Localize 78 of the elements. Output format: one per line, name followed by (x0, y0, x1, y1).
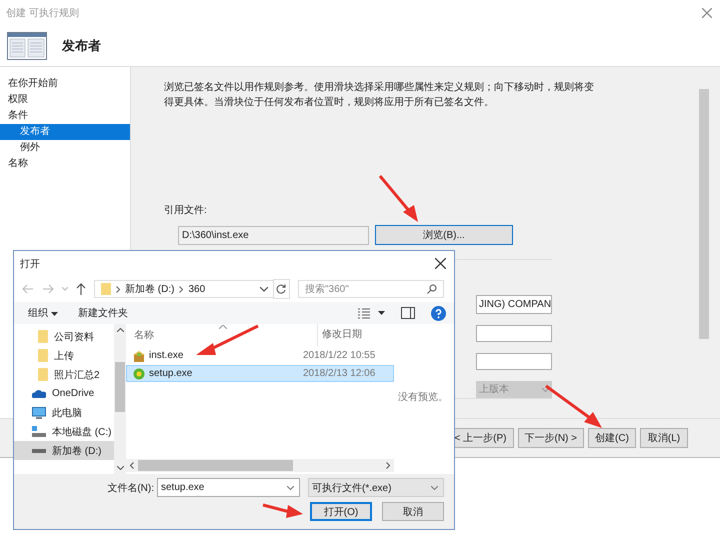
navigation-item[interactable]: 此电脑 (14, 403, 114, 422)
refresh-button[interactable] (273, 279, 290, 299)
folder-icon (38, 349, 48, 362)
cloud-icon (32, 389, 46, 398)
nav-item[interactable]: 名称 (0, 156, 130, 172)
navigation-item[interactable]: 本地磁盘 (C:) (14, 422, 114, 441)
navigation-item[interactable]: OneDrive (14, 384, 114, 403)
scroll-up-icon[interactable] (116, 328, 124, 332)
column-header[interactable]: 修改日期 (317, 324, 362, 346)
caret-icon[interactable] (378, 311, 385, 315)
nav-item[interactable]: 例外 (0, 140, 130, 156)
drive-icon (32, 426, 46, 437)
navigation-item[interactable]: 上传 (14, 346, 114, 365)
file-type-dropdown[interactable]: 可执行文件(*.exe) (308, 478, 444, 497)
caret-icon (50, 312, 58, 316)
annotation-arrow (196, 324, 259, 355)
chevron-icon (179, 286, 184, 292)
scroll-right-icon[interactable] (386, 462, 390, 469)
folder-icon (38, 330, 48, 343)
file-row[interactable]: setup.exe 2018/2/13 12:06 (126, 365, 394, 382)
annotation-arrow (545, 384, 602, 428)
preview-message: 没有预览。 (398, 392, 448, 403)
search-field[interactable]: 搜索"360" (298, 280, 444, 298)
window-panel-icon (7, 32, 47, 60)
dialog-title: 打开 (20, 258, 40, 270)
nav-item[interactable]: 条件 (0, 108, 130, 124)
up-arrow-icon[interactable] (76, 283, 86, 295)
browse-button[interactable]: 浏览(B)... (375, 225, 513, 245)
text-field[interactable] (476, 325, 552, 342)
address-bar[interactable]: 新加卷 (D:) 360 (94, 280, 274, 298)
page-heading: 发布者 (62, 37, 101, 55)
scroll-down-icon[interactable] (116, 466, 124, 470)
drive-icon (32, 448, 46, 452)
search-icon (427, 284, 437, 294)
filename-field[interactable]: setup.exe (157, 478, 300, 497)
breadcrumb-item[interactable]: 新加卷 (D:) (125, 282, 174, 296)
help-icon[interactable] (431, 306, 446, 320)
field-label: 引用文件: (164, 204, 208, 217)
folder-icon (101, 283, 111, 295)
preview-pane-icon[interactable] (401, 307, 415, 319)
nav-item[interactable]: 权限 (0, 92, 130, 108)
sort-caret-icon (219, 325, 227, 329)
caret-icon (542, 388, 549, 392)
text-field[interactable]: JING) COMPAN (476, 295, 552, 314)
wizard-button[interactable]: 创建(C) (588, 428, 636, 448)
folder-icon (38, 368, 48, 381)
description-text: 浏览已签名文件以用作规则参考。使用滑块选择采用哪些属性来定义规则；向下移动时，规则将变得更具体。当滑块位于任何发布者位置时，规则将应用于所有已签名文件。 (164, 80, 594, 110)
navigation-item[interactable]: 公司资料 (14, 327, 114, 346)
navigation-item[interactable]: 新加卷 (D:) (14, 441, 114, 460)
caret-icon[interactable] (260, 286, 268, 292)
window-title: 创建 可执行规则 (6, 6, 79, 20)
nav-item[interactable]: 发布者 (0, 124, 130, 140)
breadcrumb-item[interactable]: 360 (188, 284, 206, 294)
close-icon[interactable] (435, 258, 446, 269)
chevron-icon (116, 286, 120, 292)
column-header[interactable]: 名称 (134, 328, 317, 342)
file-row[interactable]: inst.exe 2018/1/22 10:55 (126, 347, 394, 364)
toolbar-button[interactable]: 新建文件夹 (72, 306, 134, 320)
text-field[interactable] (476, 353, 552, 370)
view-options-icon[interactable] (358, 308, 370, 318)
installer-icon (133, 368, 145, 380)
package-icon (133, 350, 145, 362)
refresh-icon (276, 284, 286, 294)
scroll-left-icon[interactable] (130, 462, 134, 469)
dialog-button[interactable]: 取消 (382, 502, 444, 521)
annotation-arrow (262, 504, 303, 518)
dialog-button[interactable]: 打开(O) (310, 502, 372, 521)
annotation-arrow (378, 175, 418, 222)
computer-icon (32, 406, 46, 418)
reference-file-field[interactable]: D:\360\inst.exe (178, 226, 369, 245)
organize-menu[interactable]: 组织 (22, 306, 64, 320)
wizard-button[interactable]: 取消(L) (640, 428, 688, 448)
wizard-button[interactable]: 下一步(N) > (518, 428, 584, 448)
nav-item[interactable]: 在你开始前 (0, 76, 130, 92)
horizontal-scrollbar[interactable] (126, 459, 394, 472)
vertical-scrollbar[interactable] (114, 324, 126, 474)
field-label: 文件名(N): (107, 482, 154, 494)
navigation-item[interactable]: 照片汇总2 (14, 365, 114, 384)
